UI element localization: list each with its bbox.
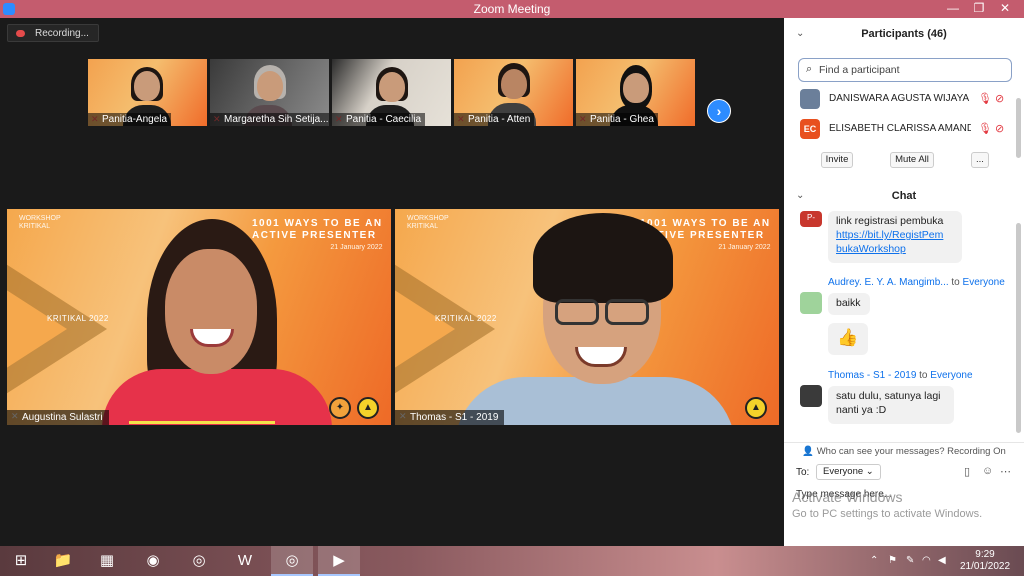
tray-expand-icon[interactable]: ⌃ — [870, 546, 878, 576]
participants-scrollbar[interactable] — [1016, 98, 1021, 158]
participant-name: Margaretha Sih Setija... — [210, 113, 329, 126]
more-options-button[interactable]: ... — [971, 152, 989, 168]
file-icon[interactable]: ▯ — [964, 465, 970, 478]
university-logo-icon: ✦ — [329, 397, 351, 419]
avatar: P- — [800, 211, 822, 227]
video-thumbnail[interactable]: ✕ Margaretha Sih Setija... — [210, 59, 329, 126]
minimize-button[interactable]: — — [940, 0, 966, 18]
network-flag-icon[interactable]: ⚑ — [888, 546, 897, 576]
chat-message: link registrasi pembuka https://bit.ly/R… — [828, 211, 962, 263]
side-panel: ⌄ Participants (46) ⌕ DANISWARA AGUSTA W… — [784, 18, 1024, 546]
avatar: EC — [800, 119, 820, 139]
chat-scrollbar[interactable] — [1016, 223, 1021, 433]
video-thumbnail[interactable]: ✕ Panitia - Caecilia — [332, 59, 451, 126]
video-tile-thomas[interactable]: WORKSHOP KRITIKAL KRITIKAL 2022 1001 WAYS… — [395, 209, 779, 425]
search-input[interactable] — [819, 62, 1007, 78]
participant-name: Augustina Sulastri — [7, 410, 109, 425]
next-page-arrow-icon[interactable]: › — [707, 99, 731, 123]
muted-mic-icon[interactable]: 🎙 — [978, 122, 992, 135]
file-explorer-icon[interactable]: 📁 — [42, 546, 84, 576]
zoom-taskbar-icon[interactable]: ▶ — [318, 546, 360, 576]
volume-icon[interactable]: ◀ — [938, 546, 946, 576]
restore-button[interactable]: ❐ — [966, 0, 992, 18]
participant-row[interactable]: EC ELISABETH CLARISSA AMANDA... 🎙 ⊘ — [800, 118, 1010, 140]
emoji-icon[interactable]: ☺ — [982, 465, 993, 477]
participant-name: Thomas - S1 - 2019 — [395, 410, 505, 425]
recording-icon — [16, 30, 25, 37]
visibility-note[interactable]: 👤 Who can see your messages? Recording O… — [784, 442, 1024, 460]
chat-title: Chat — [891, 190, 917, 202]
participant-name: Panitia - Caecilia — [332, 113, 426, 126]
video-thumbnail[interactable]: ✕ Panitia - Ghea — [576, 59, 695, 126]
muted-mic-icon[interactable]: 🎙 — [978, 92, 992, 105]
participant-row[interactable]: DANISWARA AGUSTA WIJAYA 🎙 ⊘ — [800, 88, 1010, 110]
participants-title: Participants (46) — [861, 28, 947, 40]
to-label: To: — [796, 467, 810, 478]
participant-name: Panitia - Ghea — [576, 113, 658, 126]
thumbs-up-emoji-icon: 👍 — [828, 323, 868, 355]
video-off-icon[interactable]: ⊘ — [995, 122, 1004, 135]
mute-all-button[interactable]: Mute All — [890, 152, 934, 168]
participant-row-name: ELISABETH CLARISSA AMANDA... — [829, 123, 971, 134]
taskbar-clock[interactable]: 9:29 21/01/2022 — [960, 549, 1010, 573]
search-icon: ⌕ — [806, 63, 813, 75]
recording-label: Recording... — [35, 28, 89, 39]
title-bar: Zoom Meeting — ❐ ✕ — [0, 0, 1024, 18]
meeting-view: Recording... ✕ Panitia-Angela ✕ Margaret… — [0, 18, 784, 546]
chrome-icon[interactable]: ◎ — [178, 546, 220, 576]
invite-button[interactable]: Invite — [821, 152, 853, 168]
avatar — [800, 292, 822, 314]
event-label: KRITIKAL 2022 — [435, 314, 497, 323]
message-sender: Audrey. E. Y. A. Mangimb... to Everyone — [828, 277, 1005, 288]
spss-icon[interactable]: ▦ — [86, 546, 128, 576]
word-icon[interactable]: W — [224, 546, 266, 576]
workshop-brand: WORKSHOP KRITIKAL — [19, 215, 61, 230]
recipient-row: To: Everyone ⌄ ▯ ☺ ⋯ — [796, 464, 1016, 482]
activate-windows-watermark: Activate Windows Go to PC settings to ac… — [792, 489, 983, 520]
participant-row-name: DANISWARA AGUSTA WIJAYA — [829, 93, 970, 104]
kritikal-logo-icon: ▲ — [357, 397, 379, 419]
more-icon[interactable]: ⋯ — [1000, 465, 1011, 478]
pen-icon[interactable]: ✎ — [906, 546, 914, 576]
kritikal-logo-icon: ▲ — [745, 397, 767, 419]
participant-search[interactable]: ⌕ — [798, 58, 1012, 82]
recording-indicator[interactable]: Recording... — [7, 24, 99, 42]
window-title: Zoom Meeting — [473, 2, 551, 16]
start-windows-icon[interactable]: ⊞ — [0, 546, 42, 576]
people-icon: 👤 — [802, 446, 815, 457]
message-sender: Thomas - S1 - 2019 to Everyone — [828, 370, 973, 381]
chrome-active-icon[interactable]: ◎ — [271, 546, 313, 576]
recipient-select[interactable]: Everyone ⌄ — [816, 464, 881, 480]
video-thumbnail[interactable]: ✕ Panitia-Angela — [88, 59, 207, 126]
video-thumbnail[interactable]: ✕ Panitia - Atten — [454, 59, 573, 126]
avatar — [800, 385, 822, 407]
participant-name: Panitia-Angela — [88, 113, 172, 126]
workshop-brand: WORKSHOP KRITIKAL — [407, 215, 449, 230]
wifi-icon[interactable]: ◠ — [922, 546, 931, 576]
firefox-icon[interactable]: ◉ — [132, 546, 174, 576]
registration-link[interactable]: https://bit.ly/RegistPem bukaWorkshop — [836, 229, 943, 255]
avatar — [800, 89, 820, 109]
event-label: KRITIKAL 2022 — [47, 314, 109, 323]
taskbar: ⊞ 📁 ▦ ◉ ◎ W ◎ ▶ ⌃ ⚑ ✎ ◠ ◀ 9:29 21/01/202… — [0, 546, 1024, 576]
chat-message: baikk — [828, 293, 870, 315]
participant-name: Panitia - Atten — [454, 113, 535, 126]
chat-message: satu dulu, satunya lagi nanti ya :D — [828, 386, 954, 424]
close-button[interactable]: ✕ — [992, 0, 1018, 18]
video-tile-augustina[interactable]: WORKSHOP KRITIKAL KRITIKAL 2022 1001 WAYS… — [7, 209, 391, 425]
video-off-icon[interactable]: ⊘ — [995, 92, 1004, 105]
banner-title: 1001 WAYS TO BE AN ACTIVE PRESENTER 21 J… — [252, 218, 383, 251]
